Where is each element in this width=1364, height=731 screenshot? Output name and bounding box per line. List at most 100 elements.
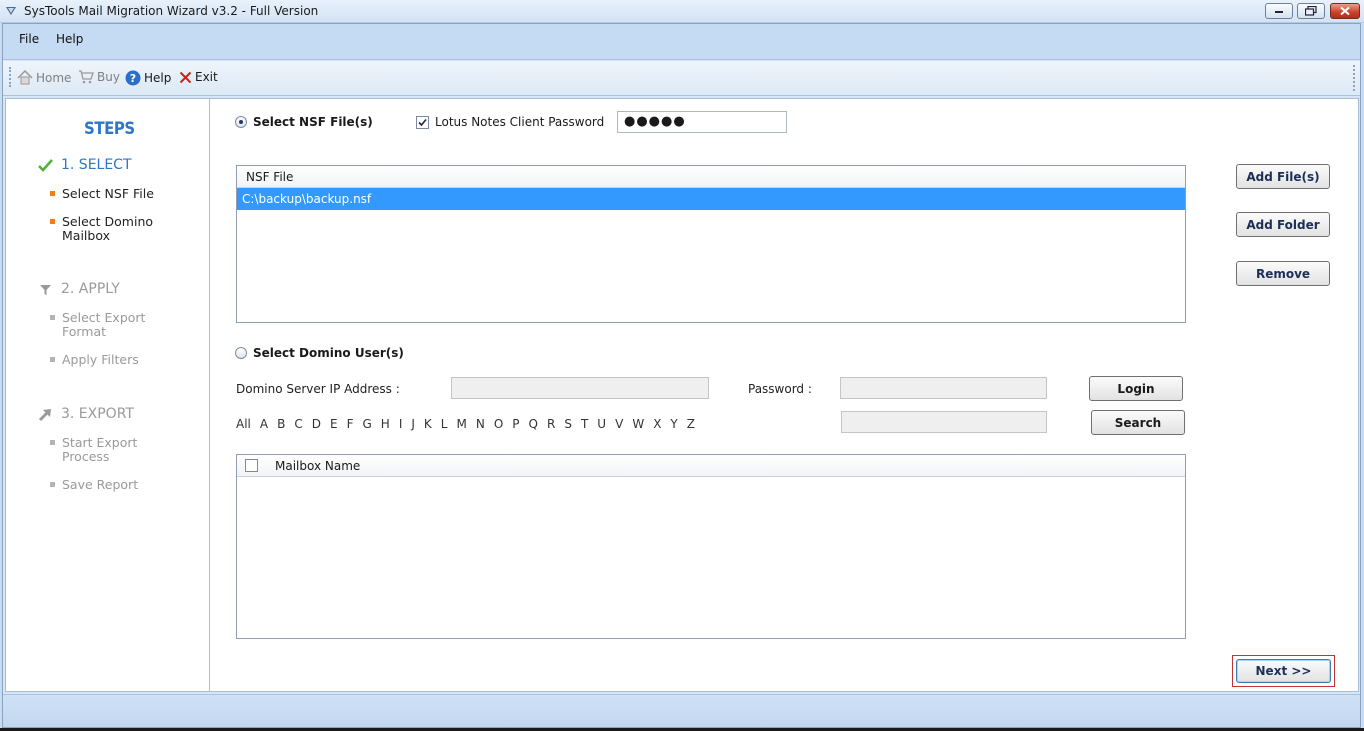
alphabet-letter-t[interactable]: T bbox=[581, 417, 588, 431]
close-button[interactable] bbox=[1330, 3, 1360, 19]
alphabet-letter-f[interactable]: F bbox=[347, 417, 354, 431]
toolbar-grip[interactable] bbox=[9, 67, 12, 87]
alphabet-letter-c[interactable]: C bbox=[294, 417, 302, 431]
lotus-password-input[interactable]: ●●●●● bbox=[617, 111, 787, 133]
domino-password-label: Password : bbox=[748, 382, 812, 396]
alphabet-letter-l[interactable]: L bbox=[441, 417, 448, 431]
table-row[interactable]: C:\backup\backup.nsf bbox=[237, 188, 1185, 210]
alphabet-letter-g[interactable]: G bbox=[362, 417, 371, 431]
alphabet-letter-p[interactable]: P bbox=[512, 417, 519, 431]
radio-checked[interactable] bbox=[235, 116, 247, 128]
help-label: Help bbox=[144, 71, 172, 85]
arrow-up-right-icon bbox=[38, 408, 51, 421]
title-bar: SysTools Mail Migration Wizard v3.2 - Fu… bbox=[0, 0, 1364, 23]
alphabet-letter-x[interactable]: X bbox=[653, 417, 661, 431]
bullet-icon bbox=[50, 219, 55, 224]
step-start-export-label: Start Export Process bbox=[62, 435, 138, 464]
toolbar: Home Buy ? Help Exit bbox=[3, 61, 1360, 96]
alphabet-letter-e[interactable]: E bbox=[330, 417, 338, 431]
alphabet-letter-a[interactable]: A bbox=[260, 417, 268, 431]
step-select-nsf-label: Select NSF File bbox=[62, 186, 154, 201]
add-folder-button[interactable]: Add Folder bbox=[1236, 212, 1330, 237]
home-label: Home bbox=[36, 70, 72, 85]
minimize-button[interactable] bbox=[1265, 3, 1293, 19]
select-nsf-radio[interactable]: Select NSF File(s) bbox=[235, 115, 373, 129]
step-save-report-label: Save Report bbox=[62, 477, 139, 492]
alphabet-letter-n[interactable]: N bbox=[476, 417, 485, 431]
alphabet-letter-q[interactable]: Q bbox=[529, 417, 538, 431]
step-select-domino-label: Select Domino Mailbox bbox=[62, 214, 154, 243]
restore-button[interactable] bbox=[1297, 3, 1325, 19]
step-apply-filters-label: Apply Filters bbox=[62, 352, 139, 367]
mailbox-table: Mailbox Name bbox=[236, 454, 1186, 639]
home-button[interactable]: Home bbox=[17, 70, 71, 85]
alphabet-letter-z[interactable]: Z bbox=[687, 417, 695, 431]
remove-button[interactable]: Remove bbox=[1236, 261, 1330, 286]
step-export-format-label: Select Export Format bbox=[62, 310, 146, 339]
select-domino-radio[interactable]: Select Domino User(s) bbox=[235, 346, 404, 360]
step-export-label: 3. EXPORT bbox=[61, 406, 134, 422]
server-ip-label: Domino Server IP Address : bbox=[236, 382, 400, 396]
step-export: 3. EXPORT bbox=[38, 406, 134, 422]
step-select: 1. SELECT bbox=[38, 157, 132, 173]
main-window: File Help Home Buy ? Help Exit STEPS 1. … bbox=[2, 23, 1361, 728]
step-export-format: Select Export Format bbox=[50, 310, 146, 339]
search-button[interactable]: Search bbox=[1091, 410, 1185, 435]
step-select-nsf: Select NSF File bbox=[50, 186, 154, 201]
alphabet-letter-v[interactable]: V bbox=[615, 417, 623, 431]
alphabet-letter-d[interactable]: D bbox=[312, 417, 321, 431]
cart-icon bbox=[79, 70, 94, 84]
alphabet-letter-h[interactable]: H bbox=[381, 417, 390, 431]
alphabet-letter-m[interactable]: M bbox=[456, 417, 466, 431]
server-ip-input[interactable] bbox=[451, 377, 709, 399]
select-all-checkbox[interactable] bbox=[245, 459, 258, 472]
alphabet-letter-j[interactable]: J bbox=[411, 417, 415, 431]
add-files-button[interactable]: Add File(s) bbox=[1236, 164, 1330, 189]
step-select-label: 1. SELECT bbox=[61, 157, 132, 173]
exit-button[interactable]: Exit bbox=[179, 70, 218, 84]
radio-unchecked[interactable] bbox=[235, 347, 247, 359]
domino-password-input[interactable] bbox=[840, 377, 1047, 399]
nsf-file-table: NSF File C:\backup\backup.nsf bbox=[236, 165, 1186, 323]
bullet-icon bbox=[50, 315, 55, 320]
nsf-file-column-header[interactable]: NSF File bbox=[237, 166, 1185, 188]
lotus-password-checkbox[interactable]: Lotus Notes Client Password bbox=[416, 115, 604, 129]
help-icon: ? bbox=[125, 70, 141, 86]
check-icon bbox=[418, 118, 427, 126]
steps-sidebar: STEPS 1. SELECT Select NSF File Select D… bbox=[6, 99, 210, 691]
search-input[interactable] bbox=[841, 411, 1047, 433]
main-panel: Select NSF File(s) Lotus Notes Client Pa… bbox=[212, 99, 1358, 691]
alphabet-letter-u[interactable]: U bbox=[597, 417, 606, 431]
alphabet-letter-y[interactable]: Y bbox=[670, 417, 677, 431]
select-nsf-label: Select NSF File(s) bbox=[253, 115, 373, 129]
alphabet-letter-all[interactable]: All bbox=[236, 417, 251, 431]
alphabet-letter-w[interactable]: W bbox=[632, 417, 644, 431]
buy-label: Buy bbox=[97, 70, 120, 84]
close-icon bbox=[1340, 6, 1350, 16]
step-select-domino: Select Domino Mailbox bbox=[50, 214, 154, 243]
checkbox-checked[interactable] bbox=[416, 115, 429, 129]
alphabet-letter-o[interactable]: O bbox=[494, 417, 503, 431]
step-save-report: Save Report bbox=[50, 477, 139, 492]
login-button[interactable]: Login bbox=[1089, 376, 1183, 401]
alphabet-letter-b[interactable]: B bbox=[277, 417, 285, 431]
menu-file[interactable]: File bbox=[19, 32, 39, 46]
step-apply-label: 2. APPLY bbox=[61, 281, 120, 297]
steps-title: STEPS bbox=[84, 119, 135, 139]
bullet-icon bbox=[50, 482, 55, 487]
menu-bar: File Help bbox=[3, 24, 1360, 60]
mailbox-column-header[interactable]: Mailbox Name bbox=[237, 455, 1185, 477]
buy-button[interactable]: Buy bbox=[78, 70, 120, 84]
alphabet-letter-s[interactable]: S bbox=[564, 417, 572, 431]
window-title: SysTools Mail Migration Wizard v3.2 - Fu… bbox=[24, 4, 319, 18]
alphabet-letter-i[interactable]: I bbox=[399, 417, 403, 431]
next-button[interactable]: Next >> bbox=[1236, 659, 1331, 683]
alphabet-letter-r[interactable]: R bbox=[547, 417, 555, 431]
content-area: STEPS 1. SELECT Select NSF File Select D… bbox=[5, 98, 1359, 692]
bullet-icon bbox=[50, 440, 55, 445]
menu-help[interactable]: Help bbox=[56, 32, 83, 46]
help-button[interactable]: ? Help bbox=[125, 70, 171, 86]
mailbox-column-label: Mailbox Name bbox=[275, 459, 361, 473]
toolbar-overflow[interactable] bbox=[1353, 65, 1357, 91]
alphabet-letter-k[interactable]: K bbox=[424, 417, 432, 431]
